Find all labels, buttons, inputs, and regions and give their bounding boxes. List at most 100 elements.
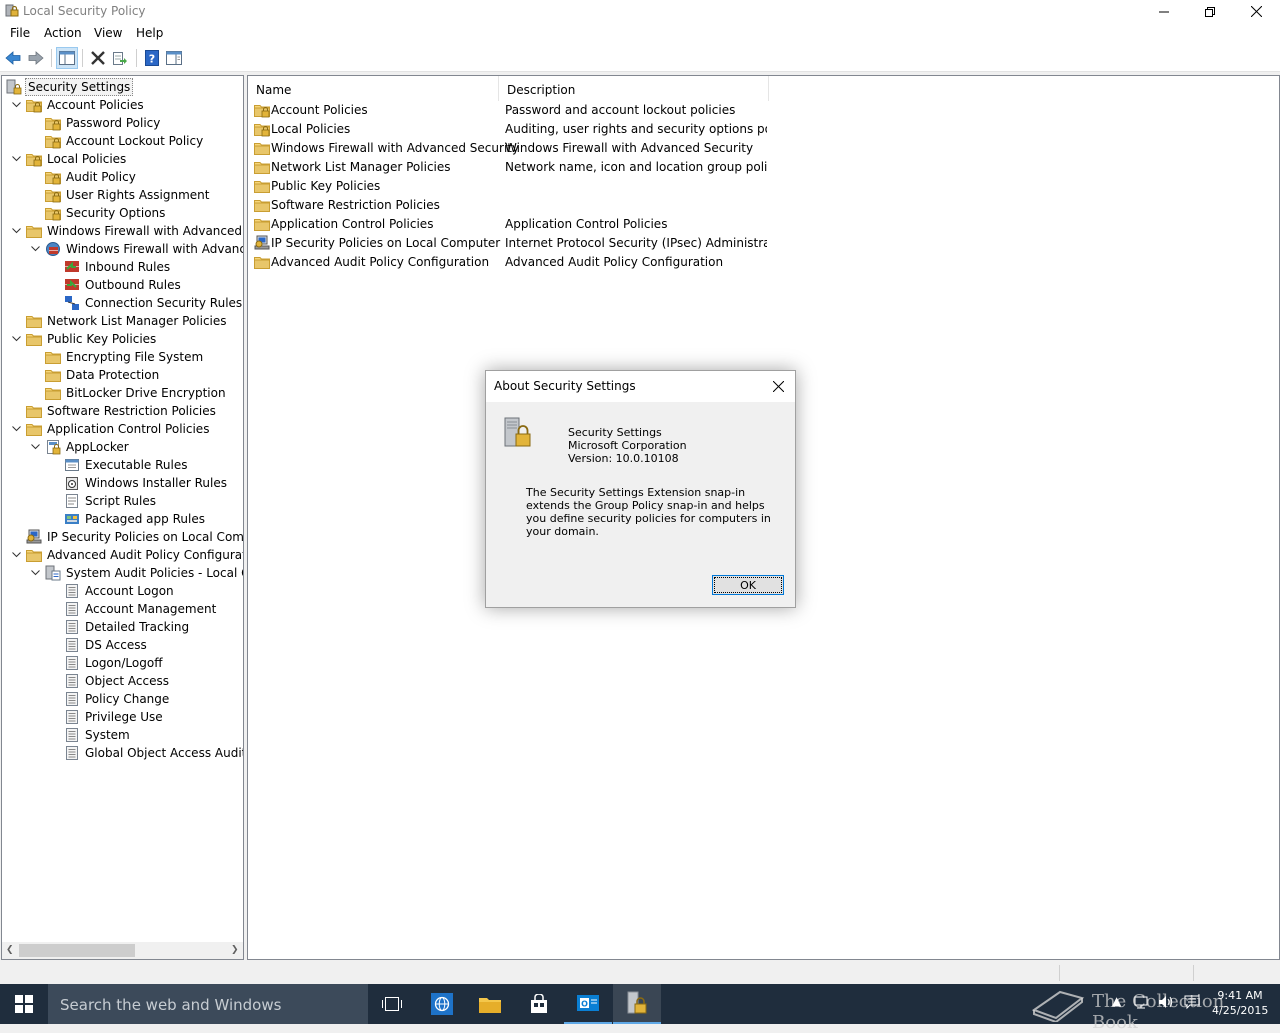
action-center-icon[interactable] — [1184, 994, 1200, 1010]
forward-button[interactable] — [25, 47, 47, 69]
tree-item-outbound-rules[interactable]: Outbound Rules — [48, 276, 183, 294]
network-icon[interactable] — [1134, 994, 1150, 1010]
menu-action[interactable]: Action — [44, 26, 82, 40]
tree-item-account-policies[interactable]: Account Policies — [10, 96, 146, 114]
tree-item-system-audit-policies-local-grou[interactable]: System Audit Policies - Local Grou — [29, 564, 243, 582]
dialog-close-button[interactable] — [767, 375, 789, 397]
tree-item-executable-rules[interactable]: Executable Rules — [48, 456, 189, 474]
taskbar-search-box[interactable]: Search the web and Windows — [48, 984, 368, 1024]
collapse-chevron-icon[interactable] — [10, 96, 22, 114]
tree-item-encrypting-file-system[interactable]: Encrypting File System — [29, 348, 205, 366]
export-list-button[interactable] — [109, 47, 131, 69]
tree-item-global-object-access-auditing[interactable]: Global Object Access Auditing — [48, 744, 243, 762]
tree-item-account-lockout-policy[interactable]: Account Lockout Policy — [29, 132, 205, 150]
minimize-button[interactable] — [1141, 0, 1187, 23]
restore-button[interactable] — [1187, 0, 1233, 23]
console-tree[interactable]: Security Settings Account Policies Passwor… — [1, 75, 244, 960]
delete-button[interactable] — [87, 47, 109, 69]
scroll-right-icon[interactable]: ❯ — [231, 945, 241, 956]
menu-file[interactable]: File — [10, 26, 30, 40]
list-item[interactable]: Local Policies Auditing, user rights and … — [252, 120, 1272, 139]
tree-item-logon-logoff[interactable]: Logon/Logoff — [48, 654, 164, 672]
audit-category-icon — [66, 710, 78, 724]
tree-item-policy-change[interactable]: Policy Change — [48, 690, 171, 708]
list-item[interactable]: Advanced Audit Policy Configuration Advan… — [252, 253, 1272, 272]
tree-item-software-restriction-policies[interactable]: Software Restriction Policies — [10, 402, 218, 420]
collapse-chevron-icon[interactable] — [29, 438, 41, 456]
start-button[interactable] — [0, 984, 48, 1024]
back-button[interactable] — [2, 47, 24, 69]
folder-icon — [26, 334, 42, 346]
show-action-pane-button[interactable] — [163, 47, 185, 69]
collapse-chevron-icon[interactable] — [10, 420, 22, 438]
collapse-chevron-icon[interactable] — [10, 222, 22, 240]
close-button[interactable] — [1233, 0, 1279, 23]
tree-item-application-control-policies[interactable]: Application Control Policies — [10, 420, 211, 438]
list-item[interactable]: Application Control Policies Application … — [252, 215, 1272, 234]
taskbar-browser[interactable] — [418, 984, 466, 1024]
tree-item-windows-firewall-with-advanced-secu[interactable]: Windows Firewall with Advanced Secu — [10, 222, 243, 240]
status-bar — [0, 962, 1280, 984]
column-header-name[interactable]: Name — [248, 76, 499, 101]
tree-item-audit-policy[interactable]: Audit Policy — [29, 168, 138, 186]
tree-item-connection-security-rules[interactable]: Connection Security Rules — [48, 294, 243, 312]
tree-item-bitlocker-drive-encryption[interactable]: BitLocker Drive Encryption — [29, 384, 228, 402]
tree-item-object-access[interactable]: Object Access — [48, 672, 171, 690]
collapse-chevron-icon[interactable] — [10, 546, 22, 564]
collapse-chevron-icon[interactable] — [10, 330, 22, 348]
collapse-chevron-icon[interactable] — [10, 150, 22, 168]
ok-button[interactable]: OK — [712, 575, 784, 595]
clock-date: 4/25/2015 — [1212, 1004, 1269, 1017]
tree-item-privilege-use[interactable]: Privilege Use — [48, 708, 165, 726]
tree-item-windows-firewall-with-advanced[interactable]: Windows Firewall with Advanced — [29, 240, 243, 258]
tree-item-windows-installer-rules[interactable]: Windows Installer Rules — [48, 474, 229, 492]
tree-item-applocker[interactable]: AppLocker — [29, 438, 131, 456]
tree-item-account-management[interactable]: Account Management — [48, 600, 218, 618]
taskbar-mail-app[interactable]: O — [564, 984, 612, 1024]
tree-item-password-policy[interactable]: Password Policy — [29, 114, 162, 132]
tree-item-inbound-rules[interactable]: Inbound Rules — [48, 258, 172, 276]
taskbar-file-explorer[interactable] — [466, 984, 514, 1024]
folder-icon — [45, 352, 61, 364]
show-hidden-icons[interactable]: ▲ — [1112, 994, 1121, 1008]
tree-item-account-logon[interactable]: Account Logon — [48, 582, 176, 600]
tree-item-user-rights-assignment[interactable]: User Rights Assignment — [29, 186, 211, 204]
tree-horizontal-scrollbar[interactable]: ❮ ❯ — [2, 942, 243, 959]
list-item[interactable]: IP Security Policies on Local Computer In… — [252, 234, 1272, 253]
scrollbar-thumb[interactable] — [19, 944, 135, 957]
tree-item-data-protection[interactable]: Data Protection — [29, 366, 161, 384]
list-item[interactable]: Software Restriction Policies — [252, 196, 1272, 215]
taskbar-store[interactable] — [515, 984, 563, 1024]
tree-item-ds-access[interactable]: DS Access — [48, 636, 149, 654]
taskbar-local-security-policy[interactable] — [613, 984, 661, 1024]
menu-help[interactable]: Help — [136, 26, 163, 40]
list-item[interactable]: Public Key Policies — [252, 177, 1272, 196]
collapse-chevron-icon[interactable] — [29, 240, 41, 258]
tree-item-label: Network List Manager Policies — [47, 314, 227, 328]
menu-view[interactable]: View — [94, 26, 122, 40]
tree-item-public-key-policies[interactable]: Public Key Policies — [10, 330, 158, 348]
volume-icon[interactable] — [1158, 994, 1176, 1010]
tree-item-advanced-audit-policy-configuration[interactable]: Advanced Audit Policy Configuration — [10, 546, 243, 564]
tree-item-label: Local Policies — [47, 152, 127, 166]
tree-item-ip-security-policies-on-local-compute[interactable]: IP Security Policies on Local Compute — [10, 528, 243, 546]
tree-item-security-settings[interactable]: Security Settings — [6, 78, 134, 96]
tree-item-detailed-tracking[interactable]: Detailed Tracking — [48, 618, 191, 636]
tree-item-network-list-manager-policies[interactable]: Network List Manager Policies — [10, 312, 229, 330]
tree-item-local-policies[interactable]: Local Policies — [10, 150, 128, 168]
tree-item-script-rules[interactable]: Script Rules — [48, 492, 158, 510]
tree-item-security-options[interactable]: Security Options — [29, 204, 167, 222]
help-button[interactable]: ? — [141, 47, 163, 69]
list-item[interactable]: Account Policies Password and account loc… — [252, 101, 1272, 120]
taskbar-clock[interactable]: 9:41 AM 4/25/2015 — [1212, 988, 1268, 1018]
tree-item-system[interactable]: System — [48, 726, 132, 744]
scroll-left-icon[interactable]: ❮ — [6, 945, 16, 956]
show-hide-tree-button[interactable] — [56, 47, 78, 69]
collapse-chevron-icon[interactable] — [29, 564, 41, 582]
tree-item-packaged-app-rules[interactable]: Packaged app Rules — [48, 510, 207, 528]
task-view-button[interactable] — [368, 984, 416, 1024]
list-item[interactable]: Network List Manager Policies Network nam… — [252, 158, 1272, 177]
column-header-description[interactable]: Description — [499, 76, 769, 101]
list-item[interactable]: Windows Firewall with Advanced Security W… — [252, 139, 1272, 158]
